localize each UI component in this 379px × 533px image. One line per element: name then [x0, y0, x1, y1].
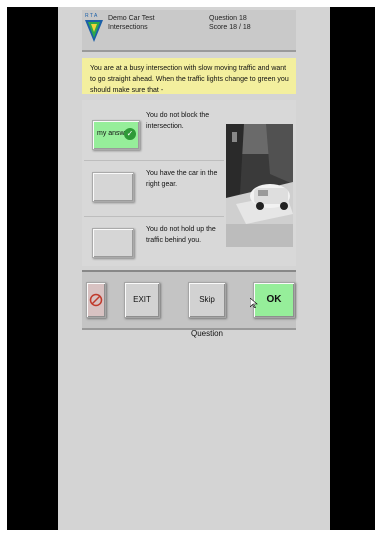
answer-3-text: You do not hold up the traffic behind yo…	[146, 226, 216, 244]
right-letterbox	[330, 7, 375, 530]
answer-row-1: my answer ✓ You do not block the interse…	[82, 106, 220, 158]
answer-1-button[interactable]: my answer ✓	[92, 120, 140, 150]
left-letterbox	[7, 7, 58, 530]
app-title: Demo Car Test	[108, 15, 155, 22]
answer-3-button[interactable]	[92, 228, 134, 258]
section-title: Intersections	[108, 24, 148, 31]
bottom-toolbar: EXIT Skip Question OK	[82, 270, 296, 338]
score-label: Score 18 / 18	[209, 24, 251, 31]
rta-logo-icon: R T A	[85, 13, 103, 42]
answer-2-button[interactable]	[92, 172, 134, 202]
app-header: R T A Demo Car Test Intersections Questi…	[82, 10, 296, 52]
exit-button[interactable]: EXIT	[124, 282, 160, 318]
answer-row-2: You have the car in the right gear.	[82, 162, 220, 214]
answer-row-3: You do not hold up the traffic behind yo…	[82, 218, 220, 270]
video-frame: R T A Demo Car Test Intersections Questi…	[0, 0, 379, 533]
answer-2-text: You have the car in the right gear.	[146, 170, 218, 188]
skip-question-button[interactable]: Skip Question	[188, 282, 226, 338]
mouse-cursor-icon	[250, 298, 258, 308]
no-entry-icon	[89, 293, 103, 307]
scene-photo	[226, 124, 293, 247]
question-number: Question 18	[209, 15, 247, 22]
question-banner: You are at a busy intersection with slow…	[82, 58, 296, 94]
question-text: You are at a busy intersection with slow…	[90, 65, 289, 94]
answer-divider	[84, 216, 224, 217]
answer-divider	[84, 160, 224, 161]
ok-button[interactable]: OK	[253, 282, 295, 318]
logo-text: R T A	[85, 13, 98, 19]
no-entry-button[interactable]	[86, 282, 106, 318]
answer-1-text: You do not block the intersection.	[146, 112, 210, 130]
check-icon: ✓	[124, 128, 136, 140]
